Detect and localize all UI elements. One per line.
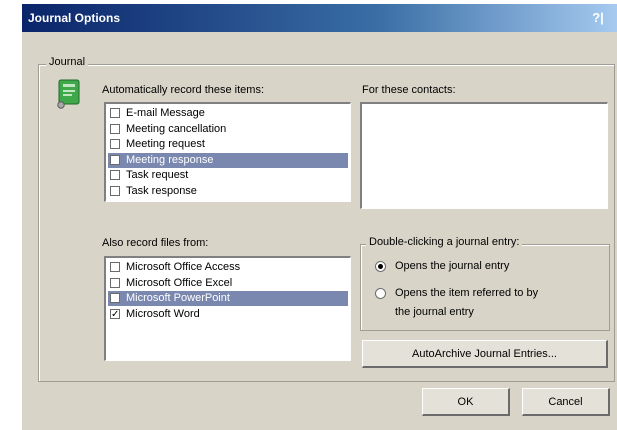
open-entry-text: Opens the journal entry xyxy=(395,260,510,272)
cancel-button[interactable]: Cancel xyxy=(522,388,610,416)
list-item[interactable]: Meeting request xyxy=(108,137,348,152)
checkbox[interactable] xyxy=(110,170,120,180)
list-item[interactable]: E-mail Message xyxy=(108,106,348,121)
list-item[interactable]: ✓ Microsoft Word xyxy=(108,307,348,322)
contacts-list[interactable] xyxy=(360,102,608,209)
list-item-label: Microsoft Office Excel xyxy=(126,276,233,289)
help-button[interactable]: ?| xyxy=(583,8,613,28)
journal-icon xyxy=(56,79,82,109)
open-referred-item-radio[interactable] xyxy=(375,288,386,299)
list-item-label: Meeting request xyxy=(126,138,205,150)
checkbox[interactable] xyxy=(110,108,120,118)
window-title: Journal Options xyxy=(28,11,121,25)
checkbox[interactable] xyxy=(110,139,120,149)
list-item-label: Microsoft PowerPoint xyxy=(126,292,230,304)
journal-options-dialog: Journal Options ?| Journal Automatically… xyxy=(22,4,617,430)
list-item-label: Microsoft Word xyxy=(126,307,200,320)
list-item[interactable]: Microsoft PowerPoint xyxy=(108,291,348,306)
radio-dot xyxy=(378,264,383,269)
list-item[interactable]: Task response xyxy=(108,184,348,199)
list-item[interactable]: Task request xyxy=(108,168,348,183)
record-items-label: Automatically record these items: xyxy=(102,84,265,96)
checkbox[interactable] xyxy=(110,123,120,134)
checkbox[interactable] xyxy=(110,154,120,165)
list-item-label: Microsoft Office Access xyxy=(126,261,241,273)
open-entry-radio[interactable] xyxy=(375,261,386,272)
open-referred-item-label-line1[interactable]: Opens the item referred to by xyxy=(395,287,538,299)
list-item-label: Task request xyxy=(126,169,189,181)
checkbox[interactable] xyxy=(110,277,120,288)
checkbox[interactable] xyxy=(110,185,120,196)
list-item[interactable]: Microsoft Office Access xyxy=(108,260,348,275)
record-files-list[interactable]: Microsoft Office Access Microsoft Office … xyxy=(104,256,351,361)
open-entry-label[interactable]: Opens the journal entry xyxy=(395,260,509,272)
checkbox[interactable]: ✓ xyxy=(110,308,120,319)
list-item[interactable]: Meeting cancellation xyxy=(108,122,348,137)
list-item-label: E-mail Message xyxy=(126,107,205,119)
record-items-list[interactable]: E-mail Message Meeting cancellation Meetin… xyxy=(104,102,351,202)
title-bar: Journal Options ?| xyxy=(22,4,617,32)
contacts-label: For these contacts: xyxy=(362,84,456,96)
list-item[interactable]: Meeting response xyxy=(108,152,348,168)
checkbox[interactable] xyxy=(110,293,120,303)
checkbox[interactable] xyxy=(110,262,120,272)
list-item-label: Meeting response xyxy=(126,153,214,166)
ok-button[interactable]: OK xyxy=(422,388,510,416)
list-item[interactable]: Microsoft Office Excel xyxy=(108,276,348,291)
record-files-label: Also record files from: xyxy=(102,237,209,249)
list-item-label: Task response xyxy=(126,184,197,197)
open-referred-item-label-line2[interactable]: the journal entry xyxy=(395,306,474,318)
list-item-label: Meeting cancellation xyxy=(126,122,227,135)
double-click-legend: Double-clicking a journal entry: xyxy=(366,236,523,248)
journal-group-legend: Journal xyxy=(46,56,89,68)
autoarchive-button[interactable]: AutoArchive Journal Entries... xyxy=(362,340,608,368)
